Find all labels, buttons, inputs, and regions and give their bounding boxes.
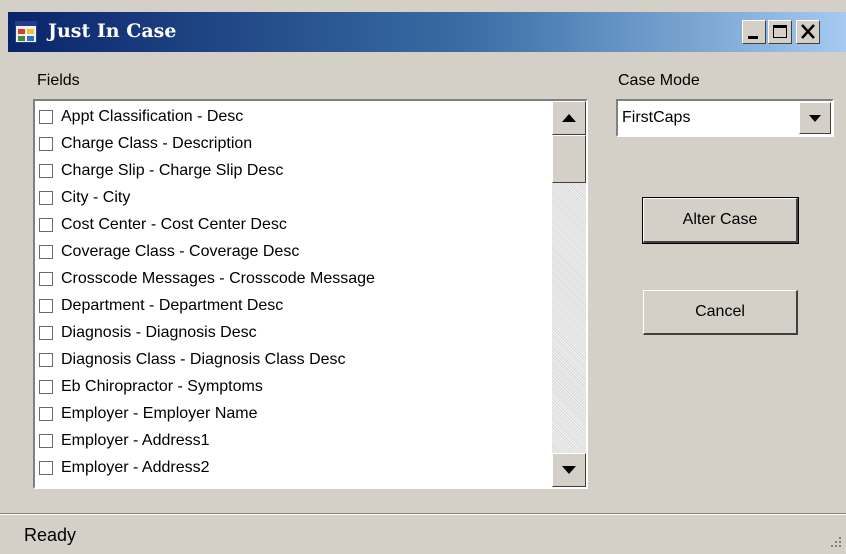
list-item[interactable]: Diagnosis Class - Diagnosis Class Desc bbox=[39, 348, 549, 372]
list-item[interactable]: Appt Classification - Desc bbox=[39, 105, 549, 129]
chevron-down-icon bbox=[809, 115, 821, 122]
list-item[interactable]: Eb Chiropractor - Symptoms bbox=[39, 375, 549, 399]
checkbox[interactable] bbox=[39, 299, 53, 313]
list-item-label: Coverage Class - Coverage Desc bbox=[61, 243, 300, 260]
checkbox[interactable] bbox=[39, 218, 53, 232]
close-button[interactable] bbox=[796, 20, 820, 44]
list-item-label: Department - Department Desc bbox=[61, 297, 284, 314]
list-item[interactable]: Employer - Employer Name bbox=[39, 402, 549, 426]
checkbox[interactable] bbox=[39, 137, 53, 151]
arrow-down-icon bbox=[562, 466, 576, 474]
app-window: Just In Case Fields Appt Classification … bbox=[0, 0, 846, 554]
scroll-up-button[interactable] bbox=[552, 101, 586, 135]
list-item-label: Diagnosis Class - Diagnosis Class Desc bbox=[61, 351, 346, 368]
list-item[interactable]: Employer - Address2 bbox=[39, 456, 549, 480]
list-item[interactable]: Employer - Address1 bbox=[39, 429, 549, 453]
scroll-down-button[interactable] bbox=[552, 453, 586, 487]
cancel-button[interactable]: Cancel bbox=[643, 290, 798, 335]
list-item[interactable]: Charge Slip - Charge Slip Desc bbox=[39, 159, 549, 183]
fields-label: Fields bbox=[37, 72, 80, 89]
list-item-label: Employer - Employer Name bbox=[61, 405, 258, 422]
checkbox[interactable] bbox=[39, 380, 53, 394]
list-item-label: Employer - Address1 bbox=[61, 432, 210, 449]
list-item[interactable]: Crosscode Messages - Crosscode Message bbox=[39, 267, 549, 291]
list-item[interactable]: City - City bbox=[39, 186, 549, 210]
arrow-up-icon bbox=[562, 114, 576, 122]
checkbox[interactable] bbox=[39, 245, 53, 259]
form-icon bbox=[15, 21, 37, 43]
checkbox[interactable] bbox=[39, 326, 53, 340]
alter-case-button[interactable]: Alter Case bbox=[642, 197, 799, 244]
maximize-button[interactable] bbox=[768, 20, 792, 44]
scroll-thumb[interactable] bbox=[552, 135, 586, 183]
list-item-label: Diagnosis - Diagnosis Desc bbox=[61, 324, 257, 341]
case-mode-dropdown-button[interactable] bbox=[799, 102, 831, 134]
vertical-scrollbar[interactable] bbox=[552, 101, 586, 487]
list-item[interactable]: Diagnosis - Diagnosis Desc bbox=[39, 321, 549, 345]
case-mode-value: FirstCaps bbox=[622, 109, 691, 126]
checkbox[interactable] bbox=[39, 353, 53, 367]
status-text: Ready bbox=[24, 525, 77, 545]
checkbox[interactable] bbox=[39, 461, 53, 475]
list-item[interactable]: Coverage Class - Coverage Desc bbox=[39, 240, 549, 264]
minimize-button[interactable] bbox=[742, 20, 766, 44]
fields-checked-listbox[interactable]: Appt Classification - Desc Charge Class … bbox=[33, 99, 588, 489]
list-item-label: Charge Class - Description bbox=[61, 135, 253, 152]
checkbox[interactable] bbox=[39, 110, 53, 124]
maximize-icon bbox=[773, 25, 787, 38]
minimize-icon bbox=[748, 36, 758, 39]
status-bar: Ready bbox=[0, 515, 846, 554]
list-item-label: Eb Chiropractor - Symptoms bbox=[61, 378, 263, 395]
checkbox[interactable] bbox=[39, 191, 53, 205]
close-icon bbox=[801, 24, 815, 39]
resize-grip-icon[interactable] bbox=[828, 534, 842, 548]
list-item[interactable]: Department - Department Desc bbox=[39, 294, 549, 318]
list-item-label: Cost Center - Cost Center Desc bbox=[61, 216, 287, 233]
checkbox[interactable] bbox=[39, 272, 53, 286]
list-item-label: Charge Slip - Charge Slip Desc bbox=[61, 162, 284, 179]
window-title: Just In Case bbox=[48, 20, 177, 42]
list-item-label: City - City bbox=[61, 189, 131, 206]
checkbox[interactable] bbox=[39, 407, 53, 421]
title-bar[interactable]: Just In Case bbox=[8, 12, 846, 52]
checkbox[interactable] bbox=[39, 164, 53, 178]
fields-list: Appt Classification - Desc Charge Class … bbox=[35, 101, 552, 487]
case-mode-label: Case Mode bbox=[618, 72, 700, 89]
checkbox[interactable] bbox=[39, 434, 53, 448]
list-item-label: Crosscode Messages - Crosscode Message bbox=[61, 270, 375, 287]
list-item[interactable]: Cost Center - Cost Center Desc bbox=[39, 213, 549, 237]
list-item-label: Employer - Address2 bbox=[61, 459, 210, 476]
case-mode-select[interactable]: FirstCaps bbox=[616, 99, 834, 137]
list-item[interactable]: Charge Class - Description bbox=[39, 132, 549, 156]
list-item-label: Appt Classification - Desc bbox=[61, 108, 244, 125]
